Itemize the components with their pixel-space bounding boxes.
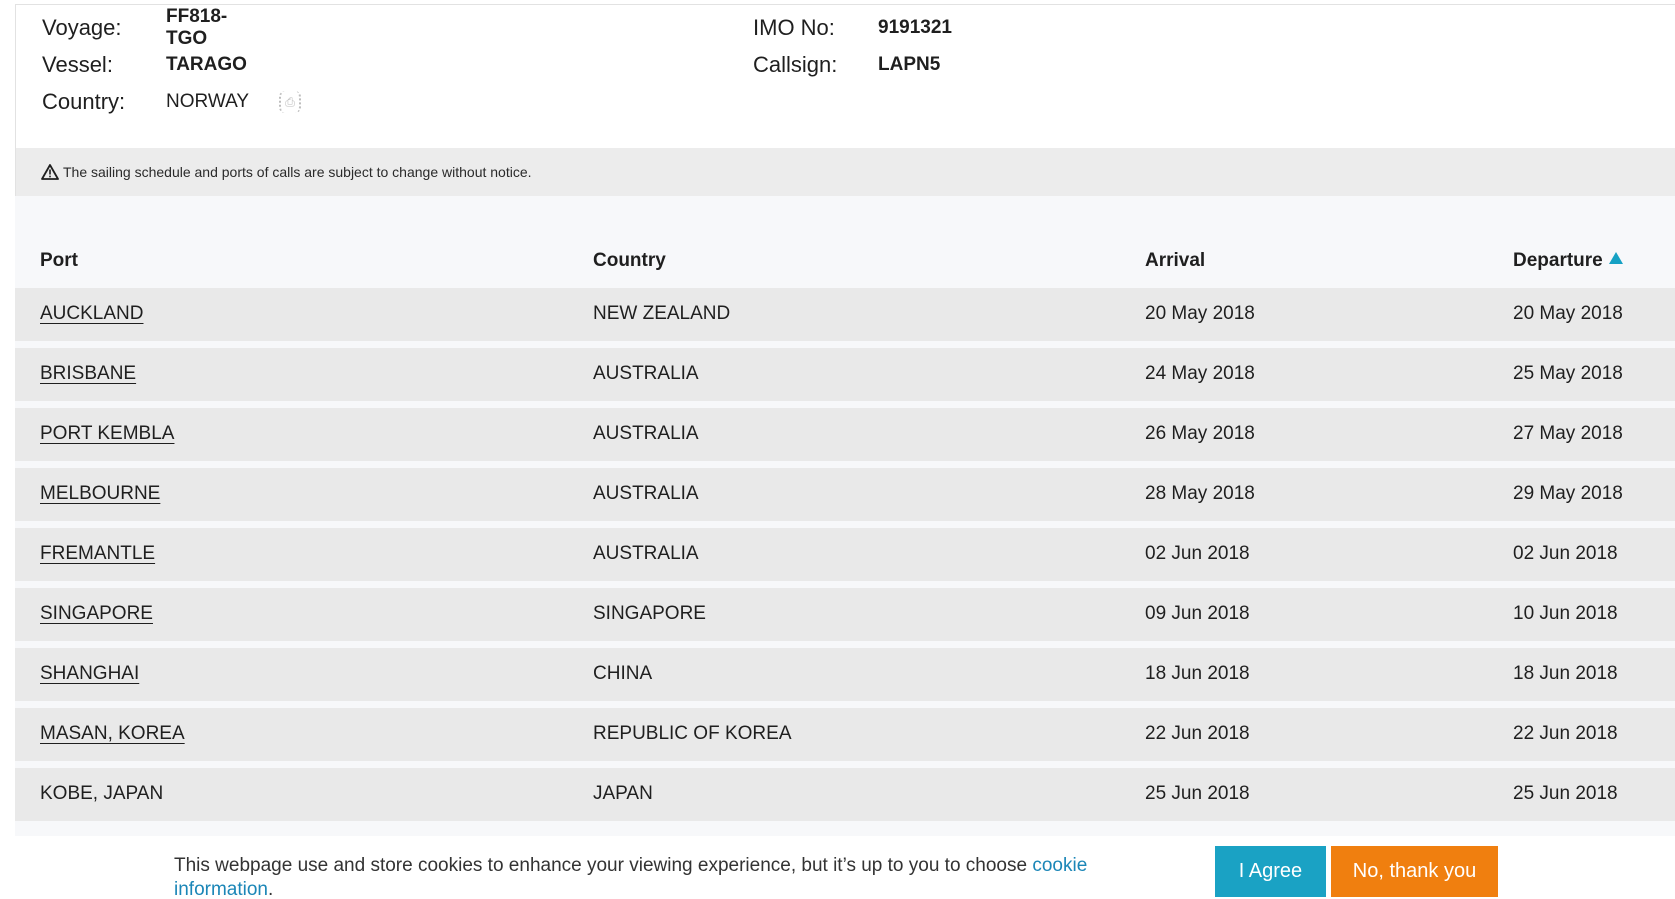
imo-row: IMO No: 9191321	[753, 13, 952, 43]
port-link[interactable]: BRISBANE	[40, 363, 136, 385]
arrival-cell: 25 Jun 2018	[1145, 783, 1250, 804]
table-row: SINGAPORE SINGAPORE 09 Jun 2018 10 Jun 2018	[15, 588, 1675, 641]
vessel-info-panel: Voyage: FF818-TGO Vessel: TARAGO Country…	[15, 4, 1675, 148]
table-header: Port Country Arrival Departure	[15, 196, 1675, 288]
callsign-label: Callsign:	[753, 52, 838, 77]
departure-cell: 02 Jun 2018	[1513, 543, 1618, 564]
country-cell: CHINA	[593, 663, 653, 684]
country-cell: AUSTRALIA	[593, 363, 699, 384]
page: Voyage: FF818-TGO Vessel: TARAGO Country…	[0, 0, 1675, 899]
callsign-value: LAPN5	[878, 54, 941, 75]
port-link[interactable]: SHANGHAI	[40, 663, 139, 685]
country-row: Country: NORWAY	[42, 87, 249, 117]
agree-button[interactable]: I Agree	[1215, 846, 1326, 897]
arrival-cell: 26 May 2018	[1145, 423, 1255, 444]
table-row: FREMANTLE AUSTRALIA 02 Jun 2018 02 Jun 2018	[15, 528, 1675, 581]
imo-label: IMO No:	[753, 15, 835, 40]
country-cell: SINGAPORE	[593, 603, 706, 624]
voyage-label: Voyage:	[42, 15, 122, 40]
cookie-text: This webpage use and store cookies to en…	[174, 855, 1033, 876]
schedule-table: Port Country Arrival Departure AUCKLAND N…	[15, 196, 1675, 836]
departure-cell: 25 Jun 2018	[1513, 783, 1618, 804]
table-row: BRISBANE AUSTRALIA 24 May 2018 25 May 2018	[15, 348, 1675, 401]
country-label: Country:	[42, 89, 126, 114]
column-header-country[interactable]: Country	[593, 250, 666, 272]
departure-cell: 25 May 2018	[1513, 363, 1623, 384]
voyage-row: Voyage: FF818-TGO	[42, 6, 227, 49]
port-cell: KOBE, JAPAN	[40, 783, 164, 804]
departure-header-label: Departure	[1513, 250, 1603, 271]
table-row: MASAN, KOREA REPUBLIC OF KOREA 22 Jun 2018…	[15, 708, 1675, 761]
country-cell: AUSTRALIA	[593, 423, 699, 444]
vessel-label: Vessel:	[42, 52, 113, 77]
port-link[interactable]: PORT KEMBLA	[40, 423, 174, 445]
country-value: NORWAY	[166, 91, 250, 112]
notice-text: The sailing schedule and ports of calls …	[63, 164, 532, 180]
column-header-arrival[interactable]: Arrival	[1145, 250, 1205, 272]
column-header-port[interactable]: Port	[40, 250, 78, 272]
departure-cell: 20 May 2018	[1513, 303, 1623, 324]
arrival-cell: 09 Jun 2018	[1145, 603, 1250, 624]
table-row: MELBOURNE AUSTRALIA 28 May 2018 29 May 2018	[15, 468, 1675, 521]
departure-cell: 29 May 2018	[1513, 483, 1623, 504]
departure-cell: 18 Jun 2018	[1513, 663, 1618, 684]
country-cell: AUSTRALIA	[593, 543, 699, 564]
table-row: PORT KEMBLA AUSTRALIA 26 May 2018 27 May 20…	[15, 408, 1675, 461]
voyage-value: FF818-TGO	[166, 6, 228, 49]
table-row: SHANGHAI CHINA 18 Jun 2018 18 Jun 2018	[15, 648, 1675, 701]
port-link[interactable]: SINGAPORE	[40, 603, 153, 625]
cookie-banner: This webpage use and store cookies to en…	[0, 836, 1675, 899]
vessel-row: Vessel: TARAGO	[42, 50, 247, 80]
table-row: AUCKLAND NEW ZEALAND 20 May 2018 20 May 201…	[15, 288, 1675, 341]
print-icon[interactable]: ⎙	[279, 91, 301, 113]
departure-cell: 27 May 2018	[1513, 423, 1623, 444]
country-cell: JAPAN	[593, 783, 653, 804]
arrival-cell: 22 Jun 2018	[1145, 723, 1250, 744]
country-cell: NEW ZEALAND	[593, 303, 731, 324]
arrival-cell: 24 May 2018	[1145, 363, 1255, 384]
departure-cell: 10 Jun 2018	[1513, 603, 1618, 624]
port-link[interactable]: FREMANTLE	[40, 543, 155, 565]
warning-triangle-icon	[41, 164, 59, 180]
sort-ascending-icon[interactable]	[1608, 252, 1623, 264]
column-header-departure[interactable]: Departure	[1513, 250, 1623, 272]
arrival-cell: 20 May 2018	[1145, 303, 1255, 324]
decline-button[interactable]: No, thank you	[1331, 846, 1498, 897]
arrival-cell: 28 May 2018	[1145, 483, 1255, 504]
port-link[interactable]: MELBOURNE	[40, 483, 160, 505]
arrival-cell: 18 Jun 2018	[1145, 663, 1250, 684]
country-cell: REPUBLIC OF KOREA	[593, 723, 792, 744]
imo-value: 9191321	[878, 17, 952, 38]
country-cell: AUSTRALIA	[593, 483, 699, 504]
table-body: AUCKLAND NEW ZEALAND 20 May 2018 20 May 201…	[15, 288, 1675, 828]
table-row: KOBE, JAPAN JAPAN 25 Jun 2018 25 Jun 2018	[15, 768, 1675, 821]
port-link[interactable]: AUCKLAND	[40, 303, 143, 325]
cookie-message: This webpage use and store cookies to en…	[174, 854, 1104, 899]
departure-cell: 22 Jun 2018	[1513, 723, 1618, 744]
arrival-cell: 02 Jun 2018	[1145, 543, 1250, 564]
vessel-value: TARAGO	[166, 54, 247, 75]
port-link[interactable]: MASAN, KOREA	[40, 723, 185, 745]
schedule-notice: The sailing schedule and ports of calls …	[15, 148, 1675, 196]
cookie-trailing: .	[268, 879, 274, 899]
callsign-row: Callsign: LAPN5	[753, 50, 940, 80]
